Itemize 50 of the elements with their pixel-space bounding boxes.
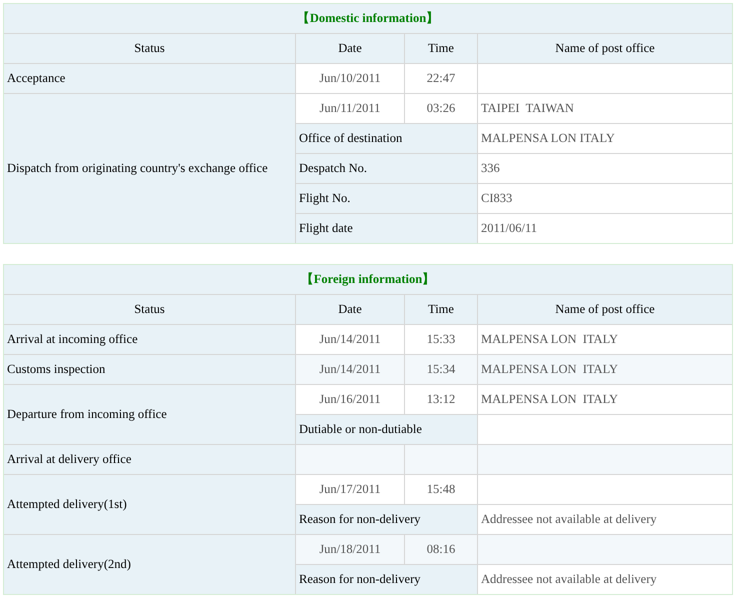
table-cell: Flight date (296, 214, 477, 243)
table-cell: Jun/11/2011 (296, 94, 404, 123)
table-cell: Dutiable or non-dutiable (296, 415, 477, 444)
table-cell: Dispatch from originating country's exchange office (4, 94, 295, 243)
table-cell: 15:33 (405, 325, 477, 354)
table-cell: Attempted delivery(1st) (4, 475, 295, 534)
table-cell: 22:47 (405, 64, 477, 93)
table-cell: Arrival at incoming office (4, 325, 295, 354)
table-cell: Customs inspection (4, 355, 295, 384)
table-cell: TAIPEI TAIWAN (478, 94, 732, 123)
table-cell: 336 (478, 154, 732, 183)
table-cell: Jun/14/2011 (296, 355, 404, 384)
table-cell: Office of destination (296, 124, 477, 153)
table-cell: MALPENSA LON ITALY (478, 325, 732, 354)
table-cell: 08:16 (405, 535, 477, 564)
column-header: Status (4, 295, 295, 324)
column-header: Name of post office (478, 295, 732, 324)
table-cell: MALPENSA LON ITALY (478, 385, 732, 414)
table-cell: Jun/10/2011 (296, 64, 404, 93)
table-cell: MALPENSA LON ITALY (478, 124, 732, 153)
column-header: Time (405, 295, 477, 324)
table-cell: Flight No. (296, 184, 477, 213)
table-cell: Jun/16/2011 (296, 385, 404, 414)
table-cell (405, 445, 477, 474)
section-title: 【Domestic information】 (4, 4, 732, 33)
column-header: Status (4, 34, 295, 63)
table-cell: MALPENSA LON ITALY (478, 355, 732, 384)
table-cell: Departure from incoming office (4, 385, 295, 444)
table-cell: Jun/18/2011 (296, 535, 404, 564)
column-header: Name of post office (478, 34, 732, 63)
table-cell: 15:34 (405, 355, 477, 384)
table-cell: Acceptance (4, 64, 295, 93)
table-cell: Addressee not available at delivery (478, 505, 732, 534)
table-cell: Jun/14/2011 (296, 325, 404, 354)
column-header: Date (296, 295, 404, 324)
table-cell: Reason for non-delivery (296, 565, 477, 594)
column-header: Date (296, 34, 404, 63)
table-cell: CI833 (478, 184, 732, 213)
table-cell: 13:12 (405, 385, 477, 414)
table-cell: Reason for non-delivery (296, 505, 477, 534)
table-cell: Despatch No. (296, 154, 477, 183)
table-cell: Attempted delivery(2nd) (4, 535, 295, 594)
table-cell: Arrival at delivery office (4, 445, 295, 474)
table-cell: 03:26 (405, 94, 477, 123)
table-cell: 2011/06/11 (478, 214, 732, 243)
table-cell: 15:48 (405, 475, 477, 504)
section-title: 【Foreign information】 (4, 265, 732, 294)
table-cell: Addressee not available at delivery (478, 565, 732, 594)
column-header: Time (405, 34, 477, 63)
table-cell: Jun/17/2011 (296, 475, 404, 504)
